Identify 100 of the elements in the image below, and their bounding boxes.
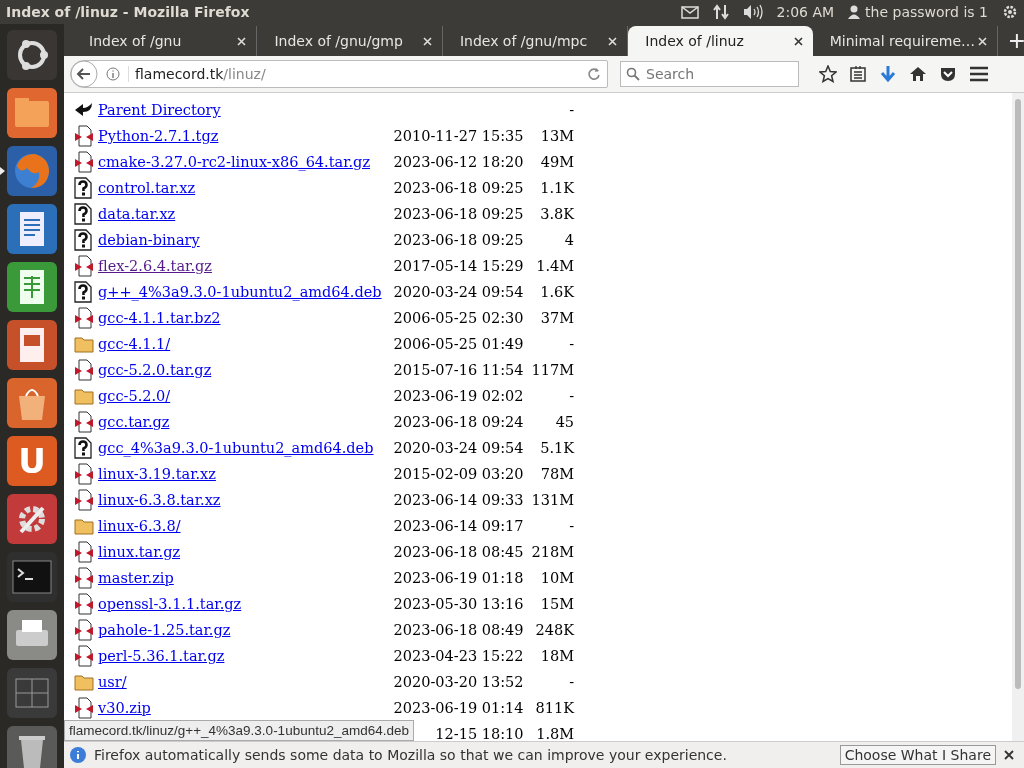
file-link[interactable]: usr/ bbox=[98, 674, 127, 690]
choose-what-i-share-button[interactable]: Choose What I Share bbox=[839, 745, 996, 765]
person-icon bbox=[848, 5, 861, 19]
close-icon[interactable] bbox=[1004, 750, 1014, 760]
file-size: - bbox=[569, 518, 575, 534]
file-size: 15M bbox=[540, 596, 575, 612]
file-link[interactable]: debian-binary bbox=[98, 232, 200, 248]
modified-date: 2020-03-24 09:54 bbox=[393, 284, 524, 300]
url-text[interactable]: flamecord.tk/linuz/ bbox=[128, 66, 579, 82]
modified-date: 2006-05-25 01:49 bbox=[393, 336, 524, 352]
user-name[interactable]: the password is 1 bbox=[865, 4, 988, 20]
envelope-icon[interactable] bbox=[680, 5, 699, 19]
reading-list-icon[interactable] bbox=[849, 65, 867, 83]
reload-icon[interactable] bbox=[587, 67, 601, 81]
star-icon[interactable] bbox=[819, 65, 837, 83]
file-link[interactable]: gcc-4.1.1.tar.bz2 bbox=[98, 310, 221, 326]
modified-date: 2023-06-18 09:25 bbox=[393, 206, 524, 222]
modified-date: 2017-05-14 15:29 bbox=[393, 258, 524, 274]
modified-date: 2020-03-20 13:52 bbox=[393, 674, 524, 690]
terminal-icon[interactable] bbox=[7, 552, 57, 602]
modified-date: 2023-04-23 15:22 bbox=[393, 648, 524, 664]
download-icon[interactable] bbox=[879, 65, 897, 83]
file-link[interactable]: pahole-1.25.tar.gz bbox=[98, 622, 231, 638]
unknown-file-icon bbox=[74, 281, 92, 303]
file-link[interactable]: v30.zip bbox=[98, 700, 151, 716]
file-link[interactable]: linux-6.3.8/ bbox=[98, 518, 181, 534]
modified-date: 2020-03-24 09:54 bbox=[393, 440, 524, 456]
modified-date: 12-15 18:10 bbox=[435, 726, 524, 741]
presentation-icon[interactable] bbox=[7, 320, 57, 370]
modified-date: 2023-06-14 09:17 bbox=[393, 518, 524, 534]
file-size: 117M bbox=[531, 362, 575, 378]
launcher-app-button[interactable]: U bbox=[7, 436, 57, 486]
new-tab-icon[interactable] bbox=[1010, 34, 1024, 48]
file-size: 3.8K bbox=[540, 206, 575, 222]
compressed-file-icon bbox=[74, 307, 94, 329]
link-status-tooltip: flamecord.tk/linuz/g++_4%3a9.3.0-1ubuntu2_amd64.deb bbox=[64, 720, 414, 741]
address-bar[interactable]: flamecord.tk/linuz/ bbox=[70, 60, 608, 88]
compressed-file-icon bbox=[74, 541, 94, 563]
clock[interactable]: 2:06 AM bbox=[776, 4, 835, 20]
compressed-file-icon bbox=[74, 619, 94, 641]
file-link[interactable]: gcc-5.2.0.tar.gz bbox=[98, 362, 212, 378]
file-link[interactable]: data.tar.xz bbox=[98, 206, 176, 222]
modified-date: 2023-06-14 09:33 bbox=[393, 492, 524, 508]
menu-icon[interactable] bbox=[969, 66, 989, 82]
file-size: 49M bbox=[540, 154, 575, 170]
spreadsheet-icon[interactable] bbox=[7, 262, 57, 312]
file-size: 45 bbox=[555, 414, 575, 430]
file-size: 37M bbox=[540, 310, 575, 326]
network-arrows-icon[interactable] bbox=[712, 4, 729, 20]
file-link[interactable]: openssl-3.1.1.tar.gz bbox=[98, 596, 242, 612]
scrollbar[interactable] bbox=[1012, 93, 1024, 741]
folder-icon bbox=[74, 335, 94, 353]
modified-date: 2015-02-09 03:20 bbox=[393, 466, 524, 482]
browser-tab[interactable]: Index of /linuz bbox=[628, 26, 813, 56]
modified-date: 2023-06-19 02:02 bbox=[393, 388, 524, 404]
unknown-file-icon bbox=[74, 229, 92, 251]
file-link[interactable]: perl-5.36.1.tar.gz bbox=[98, 648, 225, 664]
volume-icon[interactable] bbox=[742, 4, 763, 20]
back-icon[interactable] bbox=[70, 60, 98, 88]
ubuntu-logo-icon[interactable] bbox=[7, 30, 57, 80]
file-link[interactable]: gcc-4.1.1/ bbox=[98, 336, 171, 352]
file-size: - bbox=[569, 674, 575, 690]
file-link[interactable]: control.tar.xz bbox=[98, 180, 196, 196]
file-link[interactable]: flex-2.6.4.tar.gz bbox=[98, 258, 212, 274]
document-icon[interactable] bbox=[7, 204, 57, 254]
modified-date: 2010-11-27 15:35 bbox=[393, 128, 524, 144]
file-link[interactable]: gcc_4%3a9.3.0-1ubuntu2_amd64.deb bbox=[98, 440, 374, 456]
unknown-file-icon bbox=[74, 203, 92, 225]
compressed-file-icon bbox=[74, 411, 94, 433]
file-link[interactable]: master.zip bbox=[98, 570, 174, 586]
settings-icon[interactable] bbox=[7, 494, 57, 544]
search-input[interactable]: Search bbox=[644, 65, 788, 83]
file-size: 131M bbox=[531, 492, 575, 508]
file-link[interactable]: linux-3.19.tar.xz bbox=[98, 466, 216, 482]
file-size: 811K bbox=[535, 700, 575, 716]
file-link[interactable]: Parent Directory bbox=[98, 102, 221, 118]
pocket-icon[interactable] bbox=[939, 65, 957, 83]
file-link[interactable]: g++_4%3a9.3.0-1ubuntu2_amd64.deb bbox=[98, 284, 382, 300]
info-icon bbox=[70, 747, 86, 763]
file-link[interactable]: Python-2.7.1.tgz bbox=[98, 128, 219, 144]
trash-icon[interactable] bbox=[7, 726, 57, 768]
modified-date: 2006-05-25 02:30 bbox=[393, 310, 524, 326]
gear-icon[interactable] bbox=[1002, 4, 1018, 20]
home-icon[interactable] bbox=[909, 65, 927, 83]
search-icon bbox=[626, 67, 640, 81]
file-size: 10M bbox=[540, 570, 575, 586]
file-link[interactable]: cmake-3.27.0-rc2-linux-x86_64.tar.gz bbox=[98, 154, 371, 170]
file-link[interactable]: linux-6.3.8.tar.xz bbox=[98, 492, 221, 508]
info-icon[interactable] bbox=[106, 67, 120, 81]
compressed-file-icon bbox=[74, 645, 94, 667]
modified-date: 2023-06-18 08:49 bbox=[393, 622, 524, 638]
close-icon[interactable] bbox=[793, 36, 803, 46]
file-size: 1.8M bbox=[536, 726, 575, 741]
file-link[interactable]: gcc.tar.gz bbox=[98, 414, 170, 430]
printer-icon[interactable] bbox=[7, 610, 57, 660]
search-field[interactable]: Search bbox=[620, 61, 799, 87]
compressed-file-icon bbox=[74, 697, 94, 719]
file-link[interactable]: linux.tar.gz bbox=[98, 544, 181, 560]
file-link[interactable]: gcc-5.2.0/ bbox=[98, 388, 171, 404]
file-size: 78M bbox=[540, 466, 575, 482]
